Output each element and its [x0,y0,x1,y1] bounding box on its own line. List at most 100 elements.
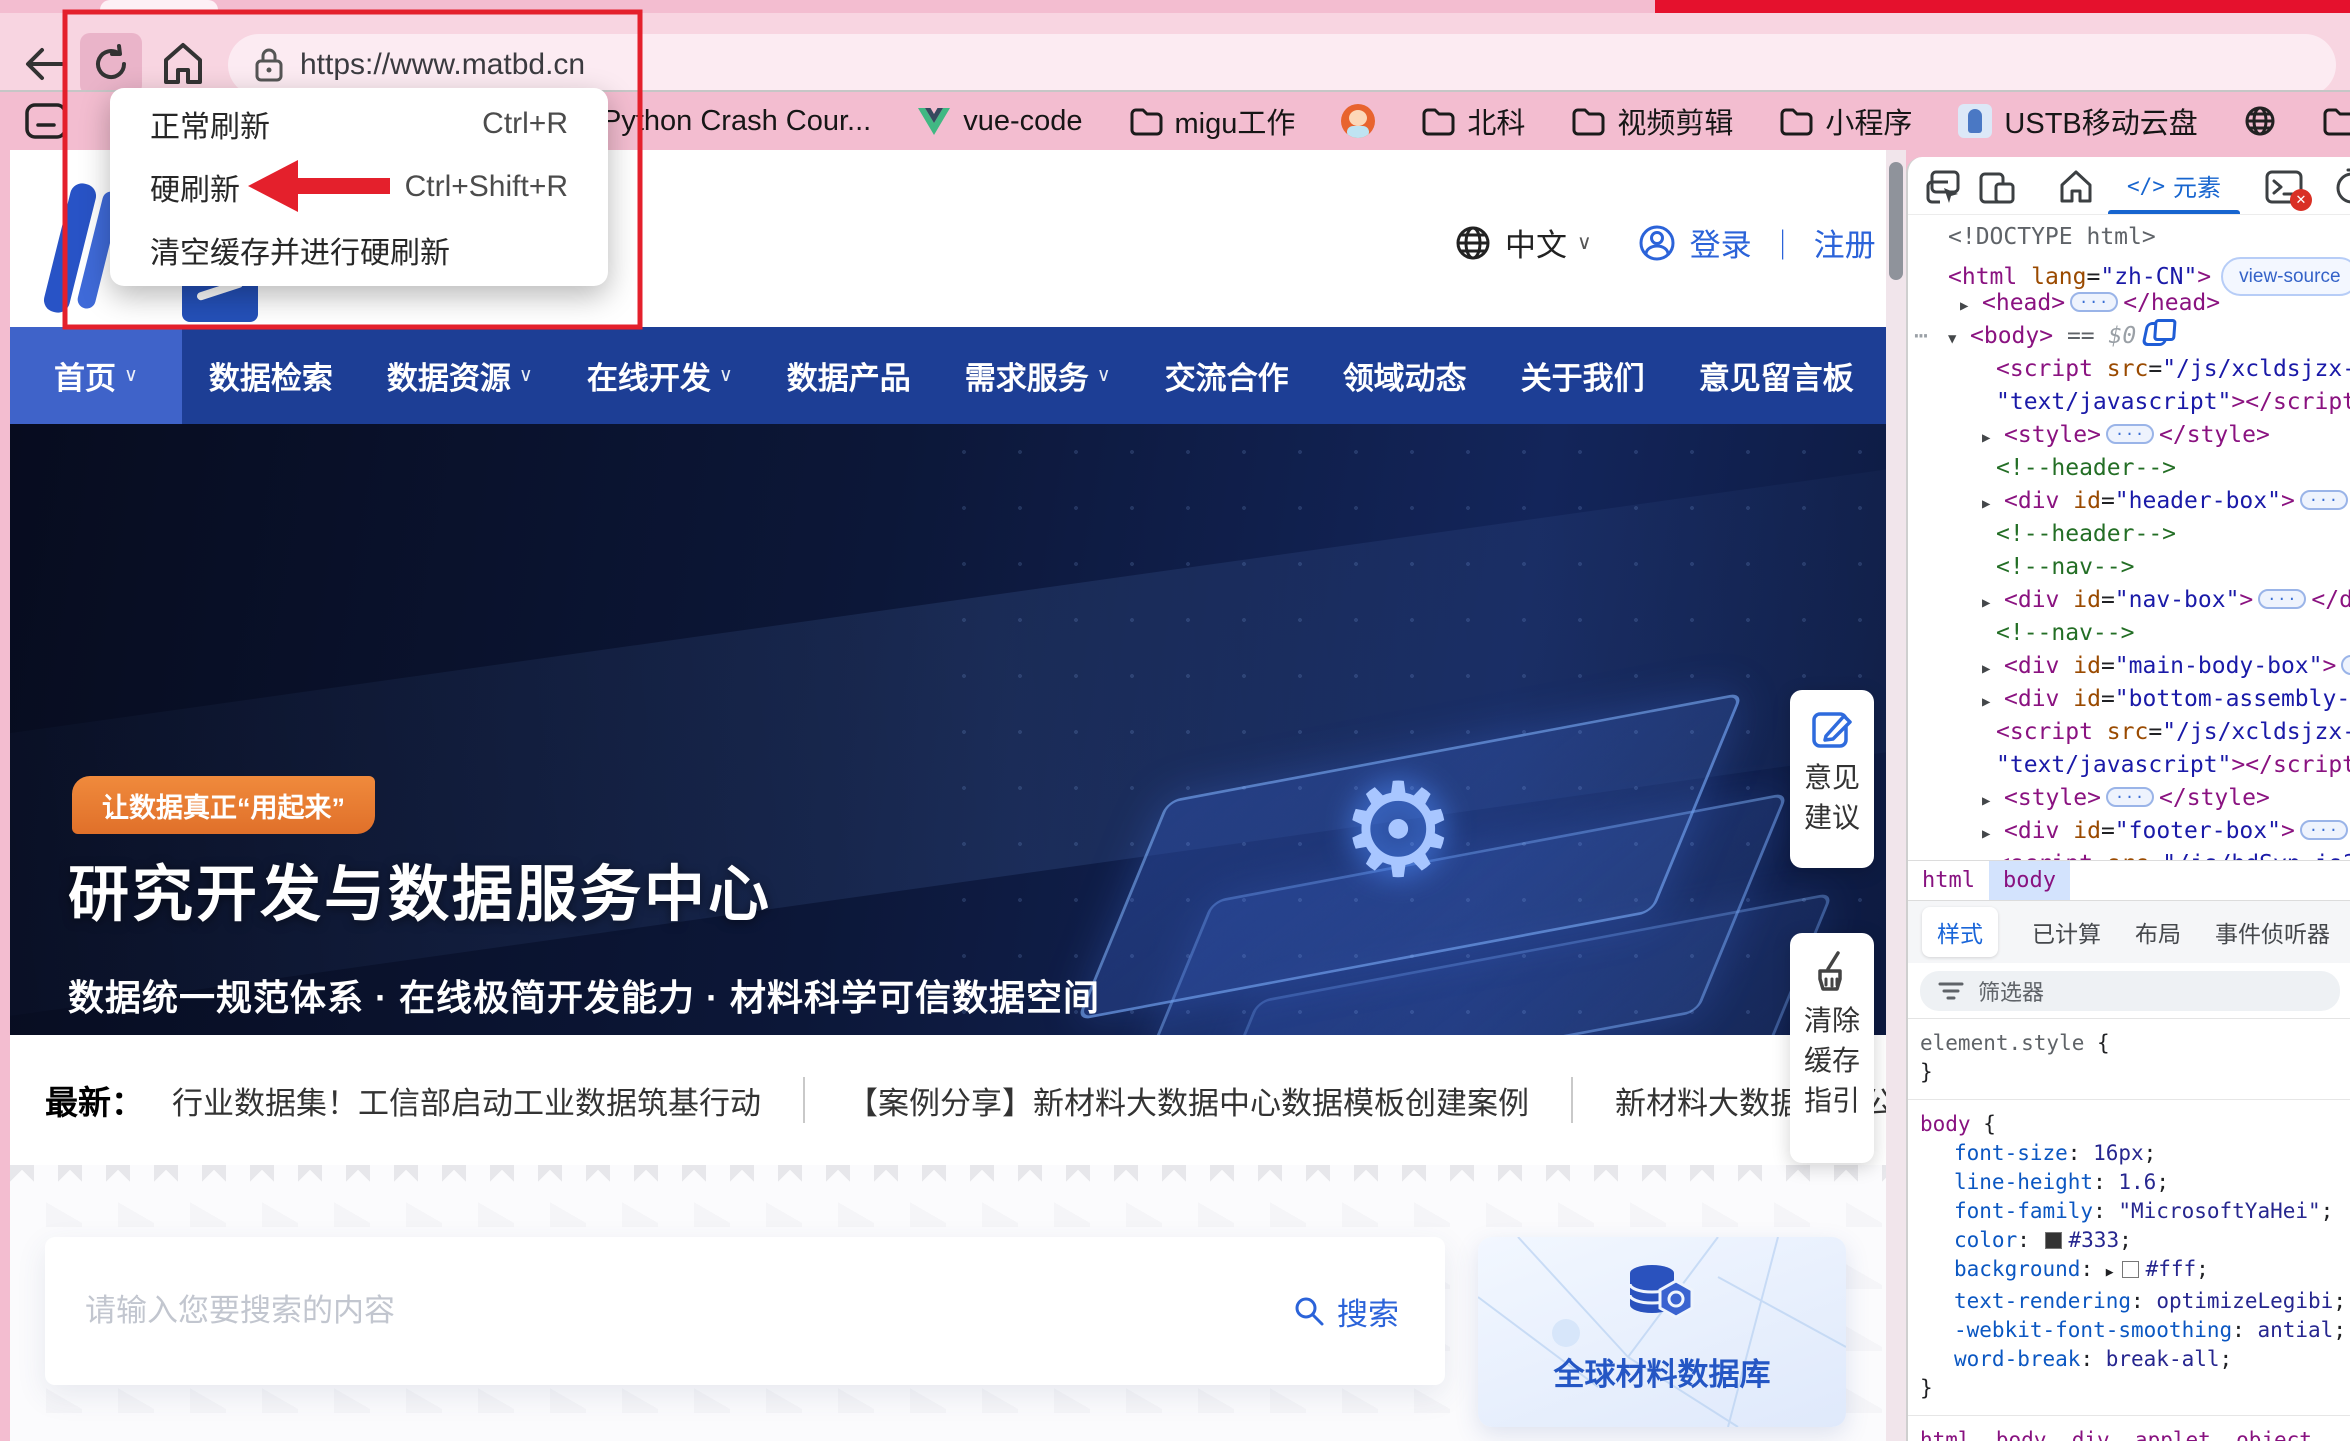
dom-node[interactable]: <!--header--> [1908,518,2350,551]
bookmark-item[interactable]: USTB移动云盘 [1958,100,2197,142]
style-filter-input[interactable]: 筛选器 [1920,971,2340,1011]
css-property[interactable]: font-size: 16px; [1920,1139,2350,1168]
feedback-button[interactable]: 意见建议 [1790,690,1874,868]
expand-arrow-icon[interactable]: ▶ [1982,818,2004,851]
dom-node[interactable]: ▶<div id="main-body-box">··· [1908,650,2350,683]
dom-node[interactable]: ▶<div id="bottom-assembly-box"> [1908,683,2350,716]
nav-item[interactable]: 关于我们 [1494,327,1672,424]
inspect-icon[interactable] [1924,168,1962,206]
expand-arrow-icon[interactable]: ▶ [1960,290,1982,323]
dom-node[interactable]: <script src="/js/xcldsjzx-h [1908,353,2350,386]
bookmark-item[interactable] [1341,104,1375,138]
lock-icon[interactable] [254,47,284,83]
collapsed-ellipsis[interactable]: ··· [2258,589,2306,609]
device-toolbar-icon[interactable] [1978,168,2016,206]
nav-item[interactable]: 在线开发∨ [560,327,760,424]
bookmark-item[interactable] [2244,105,2276,137]
expand-arrow-icon[interactable]: ▶ [1982,785,2004,818]
pane-tab[interactable]: 布局 [2135,915,2181,949]
dom-node[interactable]: <!DOCTYPE html> [1908,221,2350,254]
dom-node[interactable]: ▶<style>···</style> [1908,782,2350,815]
nav-item[interactable]: 数据产品 [760,327,938,424]
menu-item[interactable]: 硬刷新Ctrl+Shift+R [110,155,608,218]
css-property[interactable]: line-height: 1.6; [1920,1168,2350,1197]
css-rule[interactable]: element.style {} [1908,1019,2350,1100]
dom-node[interactable]: ▶<div id="footer-box">···</div> [1908,815,2350,848]
collapsed-ellipsis[interactable]: ··· [2106,787,2154,807]
dom-node[interactable]: "text/javascript"></script> [1908,386,2350,419]
dom-node[interactable]: <script src="/js/xcldsjzx-f [1908,716,2350,749]
expand-arrow-icon[interactable]: ▶ [1982,653,2004,686]
nav-item[interactable]: 数据检索 [182,327,360,424]
login-link[interactable]: 登录 [1690,220,1752,265]
color-swatch[interactable] [2122,1261,2139,1278]
ticker-item[interactable]: 【案例分享】新材料大数据中心数据模板创建案例 [847,1078,1529,1123]
back-icon[interactable] [22,41,68,87]
page-scrollbar[interactable] [1886,150,1906,1441]
expand-arrow-icon[interactable]: ▶ [1982,686,2004,719]
menu-item[interactable]: 正常刷新Ctrl+R [110,92,608,155]
expand-arrow-icon[interactable]: ▶ [1982,488,2004,521]
expand-arrow-icon[interactable]: ▶ [1982,587,2004,620]
tab-elements[interactable]: </> 元素 [2104,157,2244,214]
dom-node[interactable]: ▶<div id="header-box">···</div> [1908,485,2350,518]
css-property[interactable]: text-rendering: optimizeLegibi; [1920,1287,2350,1316]
css-property[interactable]: color: #333; [1920,1226,2350,1255]
dom-node[interactable]: <!--nav--> [1908,617,2350,650]
css-property[interactable]: background: ▶#fff; [1920,1255,2350,1287]
collapsed-ellipsis[interactable]: ··· [2300,490,2348,510]
sidebar-icon[interactable] [24,101,68,141]
url-text[interactable]: https://www.matbd.cn [300,48,585,82]
address-bar[interactable]: https://www.matbd.cn [228,34,2336,96]
nav-item[interactable]: 首页∨ [10,327,182,424]
dom-node[interactable]: <html lang="zh-CN">view-source [1908,254,2350,287]
css-property[interactable]: font-family: "MicrosoftYaHei"; [1920,1197,2350,1226]
language-chevron-down-icon[interactable]: ∨ [1577,230,1592,255]
ticker-item[interactable]: 行业数据集！工信部启动工业数据筑基行动 [172,1078,761,1123]
bookmark-item[interactable]: vue-code [917,105,1082,138]
bookmark-item[interactable]: 社团注册 [2322,100,2350,142]
nav-item[interactable]: 交流合作 [1138,327,1316,424]
browser-tab[interactable] [100,0,218,14]
nav-item[interactable]: 数据资源∨ [360,327,560,424]
expand-arrow-icon[interactable]: ▼ [1948,323,1970,356]
node-menu-icon[interactable]: ⋯ [1914,320,1926,353]
bookmark-item[interactable]: 小程序 [1779,100,1912,142]
search-input[interactable] [45,1293,1293,1329]
home-icon[interactable] [160,40,206,88]
dom-node[interactable]: ⋯▼<body> == $0 [1908,320,2350,353]
page-scrollbar-thumb[interactable] [1889,162,1903,280]
dom-node[interactable]: ▶<div id="nav-box">···</div> [1908,584,2350,617]
nav-item[interactable]: 意见留言板 [1672,327,1881,424]
register-link[interactable]: 注册 [1814,220,1876,265]
menu-item[interactable]: 清空缓存并进行硬刷新 [110,218,608,281]
bookmark-item[interactable]: 视频剪辑 [1571,100,1733,142]
refresh-button[interactable] [80,33,142,95]
bookmark-item[interactable]: migu工作 [1129,100,1296,142]
css-property[interactable]: -webkit-font-smoothing: antial; [1920,1316,2350,1345]
dom-node[interactable]: <!--nav--> [1908,551,2350,584]
global-materials-db-card[interactable]: 全球材料数据库 [1478,1237,1846,1427]
more-tools-icon[interactable] [2332,168,2350,206]
collapsed-ellipsis[interactable]: ··· [2300,820,2348,840]
css-property[interactable]: word-break: break-all; [1920,1345,2350,1374]
pane-tab[interactable]: 样式 [1922,907,1998,957]
dom-node[interactable]: ▶<head>···</head> [1908,287,2350,320]
collapsed-ellipsis[interactable]: ··· [2106,424,2154,444]
collapsed-ellipsis[interactable]: ··· [2341,655,2350,675]
dom-node[interactable]: "text/javascript"></script> [1908,749,2350,782]
dom-node[interactable]: <script src="/js/hdSyn.js? [1908,848,2350,860]
bookmark-item[interactable]: Python Crash Cour... [602,105,871,138]
welcome-home-icon[interactable] [2058,168,2094,206]
expand-arrow-icon[interactable]: ▶ [1982,422,2004,455]
nav-item[interactable]: 领域动态 [1316,327,1494,424]
breadcrumb-body[interactable]: body [1989,861,2070,900]
collapsed-ellipsis[interactable]: ··· [2070,292,2118,312]
nav-item[interactable]: 需求服务∨ [938,327,1138,424]
dom-node[interactable]: ▶<style>···</style> [1908,419,2350,452]
clear-cache-guide-button[interactable]: 清除缓存指引 [1790,933,1874,1163]
language-label[interactable]: 中文 [1505,220,1567,265]
dom-node[interactable]: <!--header--> [1908,452,2350,485]
search-button[interactable]: 搜索 [1293,1289,1399,1334]
language-globe-icon[interactable] [1455,225,1491,261]
